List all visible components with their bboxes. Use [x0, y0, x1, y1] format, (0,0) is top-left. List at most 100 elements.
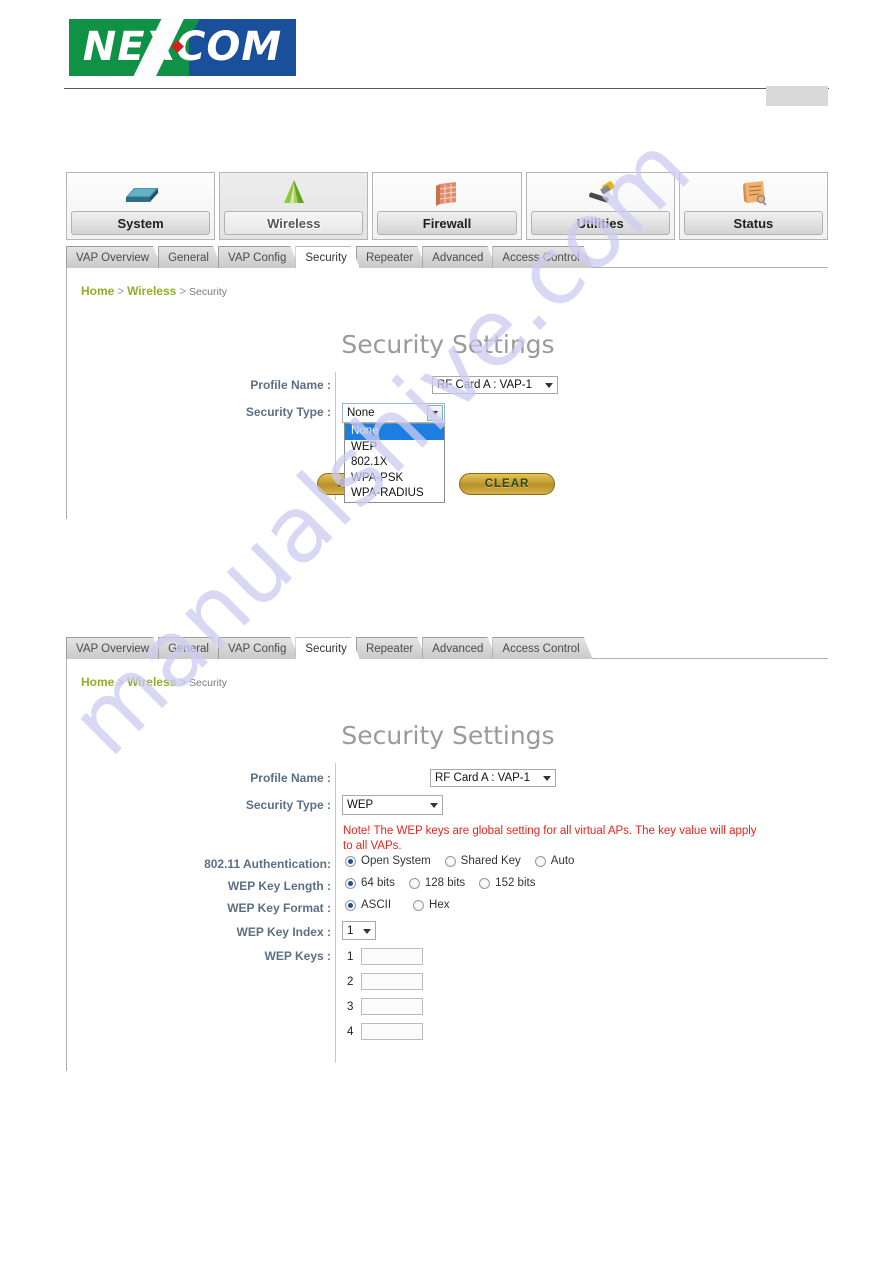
radio-open-system[interactable]: Open System	[345, 855, 431, 867]
tab-security-2[interactable]: Security	[295, 637, 360, 659]
radio-label-128-bits: 128 bits	[424, 877, 466, 889]
nav-button-status[interactable]: Status	[678, 172, 829, 240]
nav-label-utilities: Utilities	[530, 211, 670, 235]
nav-label-system: System	[71, 211, 211, 235]
chevron-down-icon	[363, 928, 371, 934]
radio-152-bits[interactable]: 152 bits	[479, 877, 535, 889]
radio-label-hex: Hex	[429, 899, 450, 911]
radio-shared-key[interactable]: Shared Key	[444, 855, 521, 867]
nav-label-status: Status	[683, 211, 824, 235]
breadcrumb-wireless[interactable]: Wireless	[127, 284, 176, 298]
nav-label-wireless: Wireless	[224, 211, 364, 235]
profile-name-value-wep: RF Card A : VAP-1	[435, 772, 531, 784]
page-title-none: Security Settings	[341, 330, 555, 359]
breadcrumb-sep-2: >	[179, 286, 187, 298]
radio-dot-icon	[345, 877, 356, 889]
tab-vap-overview-2[interactable]: VAP Overview	[66, 637, 162, 659]
radio-auto[interactable]: Auto	[534, 855, 574, 867]
breadcrumb-home[interactable]: Home	[81, 284, 114, 298]
clear-button-top[interactable]: CLEAR	[459, 473, 555, 495]
router-device-icon	[118, 177, 164, 209]
tab-vap-config[interactable]: VAP Config	[218, 246, 299, 268]
radio-dot-icon	[345, 899, 356, 911]
breadcrumb-current: Security	[189, 286, 227, 298]
nexcom-logo: NEXCOM	[69, 19, 296, 76]
auth-label: 802.11 Authentication:	[204, 857, 331, 871]
page-title-wep: Security Settings	[341, 721, 555, 750]
chevron-down-icon	[430, 803, 438, 808]
wep-key-input-4[interactable]	[361, 1023, 423, 1040]
tab-access-control-2[interactable]: Access Control	[492, 637, 592, 659]
wep-key-input-1[interactable]	[361, 948, 423, 965]
radio-hex[interactable]: Hex	[413, 899, 450, 911]
wep-key-input-2[interactable]	[361, 973, 423, 990]
profile-name-select-top[interactable]: RF Card A : VAP-1	[432, 376, 558, 394]
security-type-value-top: None	[347, 407, 375, 419]
key-index-label: WEP Key Index :	[236, 925, 331, 939]
auth-radio-group: Open System Shared Key Auto	[345, 855, 588, 867]
security-type-select-top[interactable]: None	[342, 403, 445, 423]
nav-button-wireless[interactable]: Wireless	[219, 172, 369, 240]
tab-repeater-2[interactable]: Repeater	[356, 637, 426, 659]
dropdown-option-wpa-radius[interactable]: WPA-RADIUS	[345, 486, 444, 502]
profile-name-select-wep[interactable]: RF Card A : VAP-1	[430, 769, 556, 787]
radio-dot-icon	[408, 877, 420, 889]
tab-general-2[interactable]: General	[158, 637, 222, 659]
radio-128-bits[interactable]: 128 bits	[408, 877, 466, 889]
dropdown-option-none[interactable]: None	[345, 424, 444, 440]
nav-label-firewall: Firewall	[377, 211, 517, 235]
radio-dot-icon	[444, 855, 456, 867]
wep-key-number-1: 1	[347, 950, 354, 963]
tab-vap-config-2[interactable]: VAP Config	[218, 637, 299, 659]
tab-access-control[interactable]: Access Control	[492, 246, 592, 268]
nav-button-utilities[interactable]: Utilities	[525, 172, 675, 240]
key-index-select[interactable]: 1	[342, 921, 376, 940]
form-divider-bottom	[335, 763, 336, 1063]
radio-label-152-bits: 152 bits	[495, 877, 536, 889]
tab-general[interactable]: General	[158, 246, 222, 268]
wep-note-text: Note! The WEP keys are global setting fo…	[343, 825, 757, 852]
profile-name-label-wep: Profile Name :	[250, 771, 331, 785]
radio-ascii[interactable]: ASCII	[345, 899, 391, 911]
tab-repeater[interactable]: Repeater	[356, 246, 426, 268]
radio-label-64-bits: 64 bits	[361, 877, 395, 889]
key-format-label: WEP Key Format :	[227, 901, 331, 915]
breadcrumb-wireless-2[interactable]: Wireless	[127, 675, 176, 689]
tab-advanced[interactable]: Advanced	[422, 246, 496, 268]
header-divider	[64, 88, 829, 89]
tab-security[interactable]: Security	[295, 246, 360, 268]
key-length-radio-group: 64 bits 128 bits 152 bits	[345, 877, 549, 889]
radio-dot-icon	[534, 855, 546, 867]
tab-vap-overview[interactable]: VAP Overview	[66, 246, 162, 268]
radio-dot-icon	[479, 877, 491, 889]
green-pyramid-icon	[271, 177, 317, 209]
wep-key-row-3: 3	[347, 998, 423, 1015]
breadcrumb-sep-1: >	[117, 286, 125, 298]
breadcrumb-top: Home > Wireless > Security	[81, 284, 227, 298]
wep-key-row-4: 4	[347, 1023, 423, 1040]
breadcrumb-home-2[interactable]: Home	[81, 675, 114, 689]
hammer-icon	[577, 177, 623, 209]
breadcrumb-sep-4: >	[179, 677, 187, 689]
wep-key-number-4: 4	[347, 1025, 354, 1038]
security-type-value-wep: WEP	[347, 799, 374, 811]
chevron-down-icon[interactable]	[427, 405, 443, 421]
security-type-dropdown[interactable]: None WEP 802.1X WPA-PSK WPA-RADIUS	[344, 423, 445, 503]
security-type-select-wep[interactable]: WEP	[342, 795, 443, 815]
profile-name-label-top: Profile Name :	[250, 378, 331, 392]
nav-button-firewall[interactable]: Firewall	[372, 172, 522, 240]
wep-key-row-1: 1	[347, 948, 423, 965]
main-navigation: System Wireless Firewall Utilities Statu…	[66, 172, 829, 240]
wep-key-input-3[interactable]	[361, 998, 423, 1015]
dropdown-option-wep[interactable]: WEP	[345, 440, 444, 456]
nav-button-system[interactable]: System	[66, 172, 216, 240]
tab-advanced-2[interactable]: Advanced	[422, 637, 496, 659]
radio-label-shared-key: Shared Key	[460, 855, 521, 867]
profile-name-value-top: RF Card A : VAP-1	[437, 379, 533, 391]
tab-strip-top: VAP Overview General VAP Config Security…	[66, 244, 589, 268]
radio-64-bits[interactable]: 64 bits	[345, 877, 395, 889]
dropdown-option-8021x[interactable]: 802.1X	[345, 455, 444, 471]
security-type-label-top: Security Type :	[245, 405, 331, 419]
dropdown-option-wpa-psk[interactable]: WPA-PSK	[345, 471, 444, 487]
clipboard-icon	[730, 177, 776, 209]
